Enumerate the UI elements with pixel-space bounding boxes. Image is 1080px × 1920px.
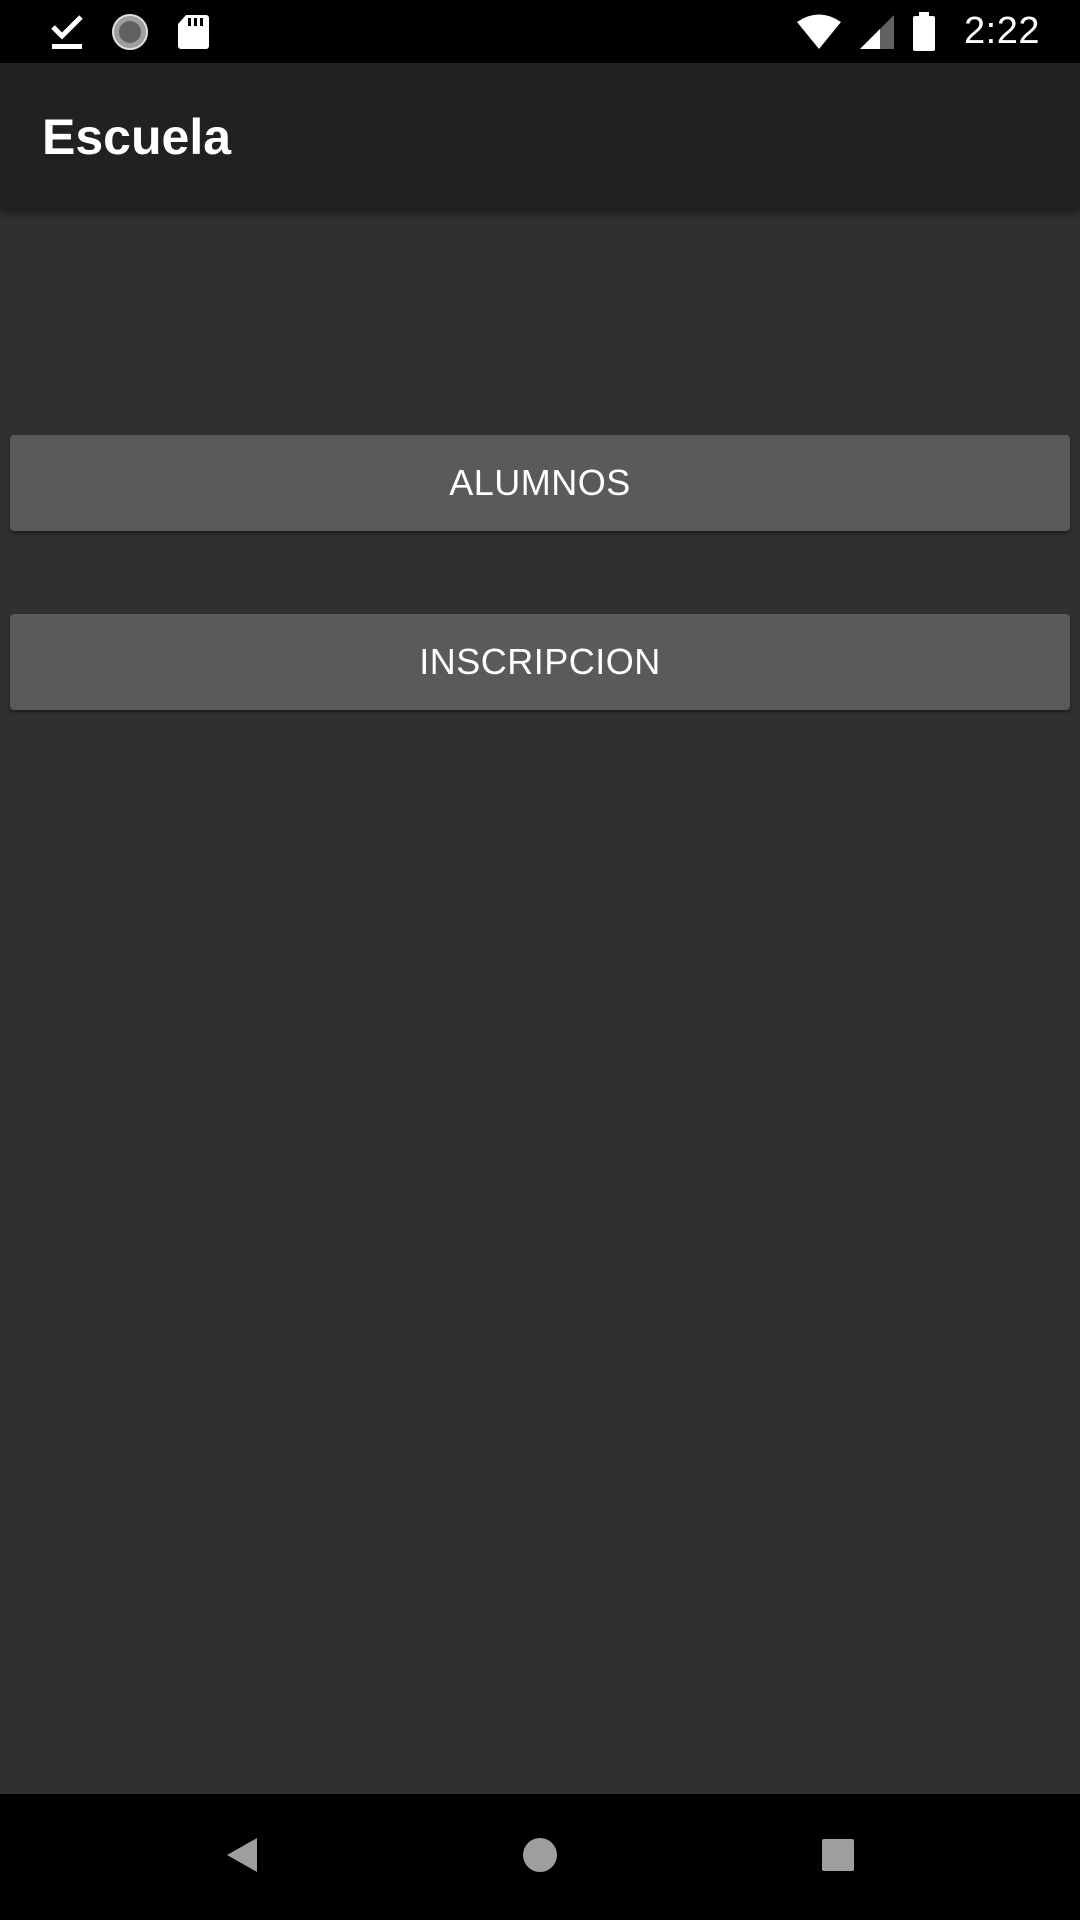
status-notifications (50, 0, 210, 63)
recents-button[interactable] (778, 1794, 898, 1920)
wifi-icon (796, 13, 842, 51)
navigation-bar (0, 1794, 1080, 1920)
status-bar: 2:22 (0, 0, 1080, 63)
back-icon (224, 1835, 260, 1880)
status-clock: 2:22 (964, 10, 1040, 52)
home-button[interactable] (480, 1794, 600, 1920)
home-icon (520, 1835, 560, 1880)
alumnos-button[interactable]: ALUMNOS (10, 435, 1070, 531)
sd-card-icon (176, 13, 210, 51)
back-button[interactable] (182, 1794, 302, 1920)
app-bar: Escuela (0, 63, 1080, 210)
app-screen: 2:22 Escuela ALUMNOS INSCRIPCION (0, 0, 1080, 1920)
app-title: Escuela (42, 108, 232, 165)
sync-circle-icon (110, 12, 150, 52)
cell-signal-icon (858, 13, 896, 51)
status-system: 2:22 (796, 0, 1040, 63)
download-done-icon (50, 13, 84, 51)
battery-icon (912, 11, 936, 52)
recents-icon (820, 1837, 856, 1878)
inscripcion-button[interactable]: INSCRIPCION (10, 614, 1070, 710)
